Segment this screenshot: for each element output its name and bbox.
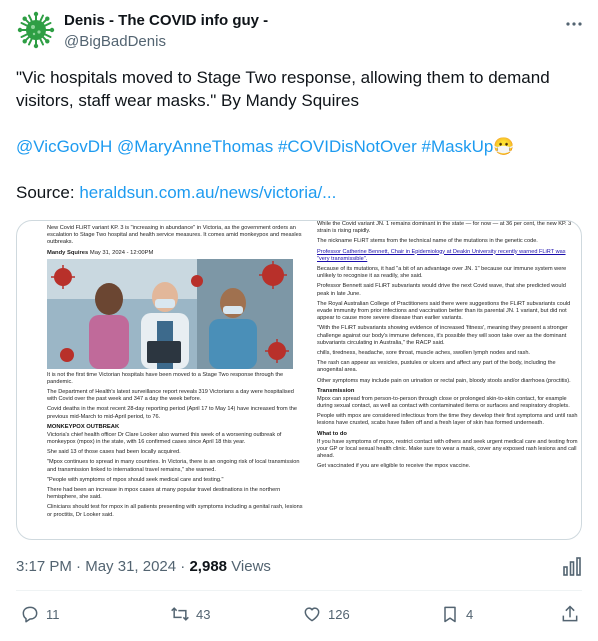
article-heading: Transmission (317, 387, 355, 394)
avatar[interactable] (16, 10, 56, 50)
article-paragraph: There had been an increase in mpox cases… (47, 487, 281, 501)
reply-count: 11 (46, 606, 60, 622)
like-count: 126 (328, 606, 350, 622)
article-paragraph: The rash can appear as vesicles, pustule… (317, 360, 556, 374)
tweet-quote: "Vic hospitals moved to Stage Two respon… (16, 68, 550, 110)
source-link[interactable]: heraldsun.com.au/news/victoria/... (79, 183, 336, 202)
analytics-button[interactable] (562, 555, 582, 577)
article-paragraph: The nickname FLiRT stems from the techni… (317, 238, 538, 245)
mention-maryannethomas[interactable]: @MaryAnneThomas (117, 137, 273, 156)
article-paragraph: "Mpox continues to spread in many countr… (47, 459, 300, 473)
meta-separator: · (180, 558, 186, 575)
article-paragraph: Mpox can spread from person-to-person th… (317, 395, 570, 410)
article-paragraph: While the Covid variant JN. 1 remains do… (317, 221, 572, 235)
article-paragraph: If you have symptoms of mpox, restrict c… (317, 438, 578, 460)
article-heading: MONKEYPOX OUTBREAK (47, 423, 120, 430)
article-paragraph: "People with symptoms of mpox should see… (47, 476, 224, 483)
article-paragraph: Professor Bennett said FLiRT subvariants… (317, 283, 566, 297)
article-paragraph: "With the FLiRT subvariants showing evid… (317, 325, 568, 346)
article-paragraph: Covid deaths in the most recent 28-day r… (47, 406, 297, 420)
hospital-staff-photo (47, 258, 293, 369)
article-paragraph: Clinicians should test for mpox in all p… (47, 504, 303, 518)
article-paragraph: Get vaccinated if you are eligible to re… (317, 463, 471, 470)
virus-icon (17, 11, 55, 49)
analytics-icon (563, 557, 581, 576)
bookmark-button[interactable]: 4 (440, 604, 473, 624)
article-paragraph: The Department of Health's latest survei… (47, 389, 294, 403)
article-paragraph: Victoria's chief health officer Dr Clare… (47, 431, 282, 446)
article-byline: Mandy Squires May 31, 2024 - 12:00PM (47, 250, 303, 256)
source-label: Source: (16, 183, 75, 202)
repost-button[interactable]: 43 (170, 604, 210, 624)
article-paragraph: chills, tiredness, headache, sore throat… (317, 350, 530, 357)
ellipsis-icon (566, 22, 582, 26)
reply-icon (22, 606, 38, 623)
tweet-text: "Vic hospitals moved to Stage Two respon… (16, 66, 576, 204)
byline-date: May 31, 2024 - 12:00PM (89, 249, 154, 256)
article-right-column: While the Covid variant JN. 1 remains do… (317, 221, 579, 537)
author-handle[interactable]: @BigBadDenis (64, 33, 166, 50)
hashtag-maskup[interactable]: #MaskUp (422, 137, 494, 156)
repost-count: 43 (196, 606, 211, 622)
source-line: Source: heraldsun.com.au/news/victoria/.… (16, 181, 576, 204)
article-quote-link: Professor Catherine Bennett, Chair in Ep… (317, 248, 566, 262)
tweet-tags: @VicGovDH @MaryAnneThomas #COVIDisNotOve… (16, 135, 576, 158)
article-paragraph: Other symptoms may include pain on urina… (317, 377, 571, 384)
views-count: 2,988 (189, 558, 228, 575)
reply-button[interactable]: 11 (20, 604, 60, 624)
hashtag-covidisnotover[interactable]: #COVIDisNotOver (278, 137, 417, 156)
repost-icon (171, 607, 189, 621)
views-label: Views (231, 558, 271, 575)
tweet-time[interactable]: 3:17 PM (16, 558, 72, 575)
share-icon (562, 605, 578, 622)
article-paragraph: She said 13 of those cases had been loca… (47, 449, 181, 456)
article-paragraph: People with mpox are considered infectio… (317, 413, 578, 427)
like-button[interactable]: 126 (302, 604, 350, 624)
share-button[interactable] (560, 604, 580, 624)
author-name[interactable]: Denis - The COVID info guy - (64, 12, 268, 29)
tweet: Denis - The COVID info guy - @BigBadDeni… (0, 0, 598, 641)
article-heading: What to do (317, 430, 347, 437)
article-paragraph: The Royal Australian College of Practiti… (317, 300, 571, 322)
action-bar: 11 43 126 4 (16, 604, 582, 630)
article-photo (47, 258, 293, 369)
article-image[interactable]: New Covid FLiRT variant KP. 3 is "increa… (16, 220, 582, 540)
bookmark-icon (444, 606, 456, 623)
mention-vicgovdh[interactable]: @VicGovDH (16, 137, 112, 156)
meta-separator: · (76, 558, 82, 575)
more-options-button[interactable] (562, 12, 586, 36)
tweet-meta: 3:17 PM · May 31, 2024 · 2,988 Views (16, 558, 271, 575)
article-intro: New Covid FLiRT variant KP. 3 is "increa… (47, 225, 302, 246)
divider (16, 590, 582, 591)
article-paragraph: It is not the first time Victorian hospi… (47, 371, 284, 385)
heart-icon (304, 607, 320, 622)
bookmark-count: 4 (466, 606, 474, 622)
article-paragraph: Because of its mutations, it had "a bit … (317, 266, 567, 280)
mask-emoji: 😷 (493, 137, 515, 156)
tweet-date[interactable]: May 31, 2024 (85, 558, 176, 575)
byline-name: Mandy Squires (47, 249, 89, 256)
article-left-column: New Covid FLiRT variant KP. 3 is "increa… (47, 225, 303, 537)
